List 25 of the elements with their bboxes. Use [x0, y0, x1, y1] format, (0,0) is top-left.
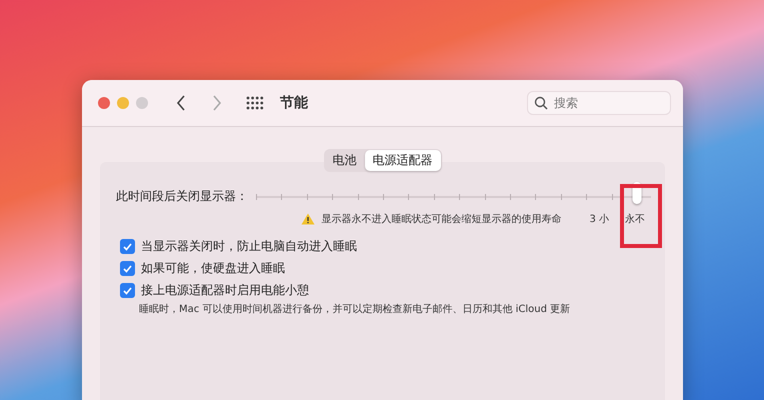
checkmark-icon [123, 242, 132, 250]
search-icon [534, 96, 548, 110]
checkbox[interactable] [120, 239, 135, 254]
checkmark-icon [123, 286, 132, 294]
checkbox-label: 接上电源适配器时启用电能小憩 [141, 282, 309, 299]
window-title: 节能 [280, 94, 308, 112]
warning-icon [301, 213, 316, 225]
forward-icon[interactable] [212, 95, 222, 111]
search-input[interactable]: 搜索 [552, 95, 656, 111]
search-field[interactable]: 搜索 [527, 91, 671, 115]
tab[interactable]: 电池 [324, 150, 364, 171]
checkbox-label: 如果可能，使硬盘进入睡眠 [141, 260, 285, 277]
checkbox[interactable] [120, 283, 135, 298]
slider-label: 此时间段后关闭显示器： [116, 188, 248, 204]
back-icon[interactable] [176, 95, 186, 111]
checkbox-label: 当显示器关闭时，防止电脑自动进入睡眠 [141, 238, 357, 255]
checkmark-icon [123, 264, 132, 272]
tick-label: 永不 [625, 212, 645, 226]
grid-icon[interactable] [246, 96, 264, 110]
warning-text: 显示器永不进入睡眠状态可能会缩短显示器的使用寿命 [321, 212, 562, 226]
tab[interactable]: 电源适配器 [364, 150, 440, 171]
option-note: 睡眠时，Mac 可以使用时间机器进行备份，并可以定期检查新电子邮件、日历和其他 iCloud 更新 [139, 302, 572, 316]
checkbox[interactable] [120, 261, 135, 276]
tick-label: 3 小 [589, 212, 609, 226]
close-icon[interactable] [98, 97, 110, 109]
